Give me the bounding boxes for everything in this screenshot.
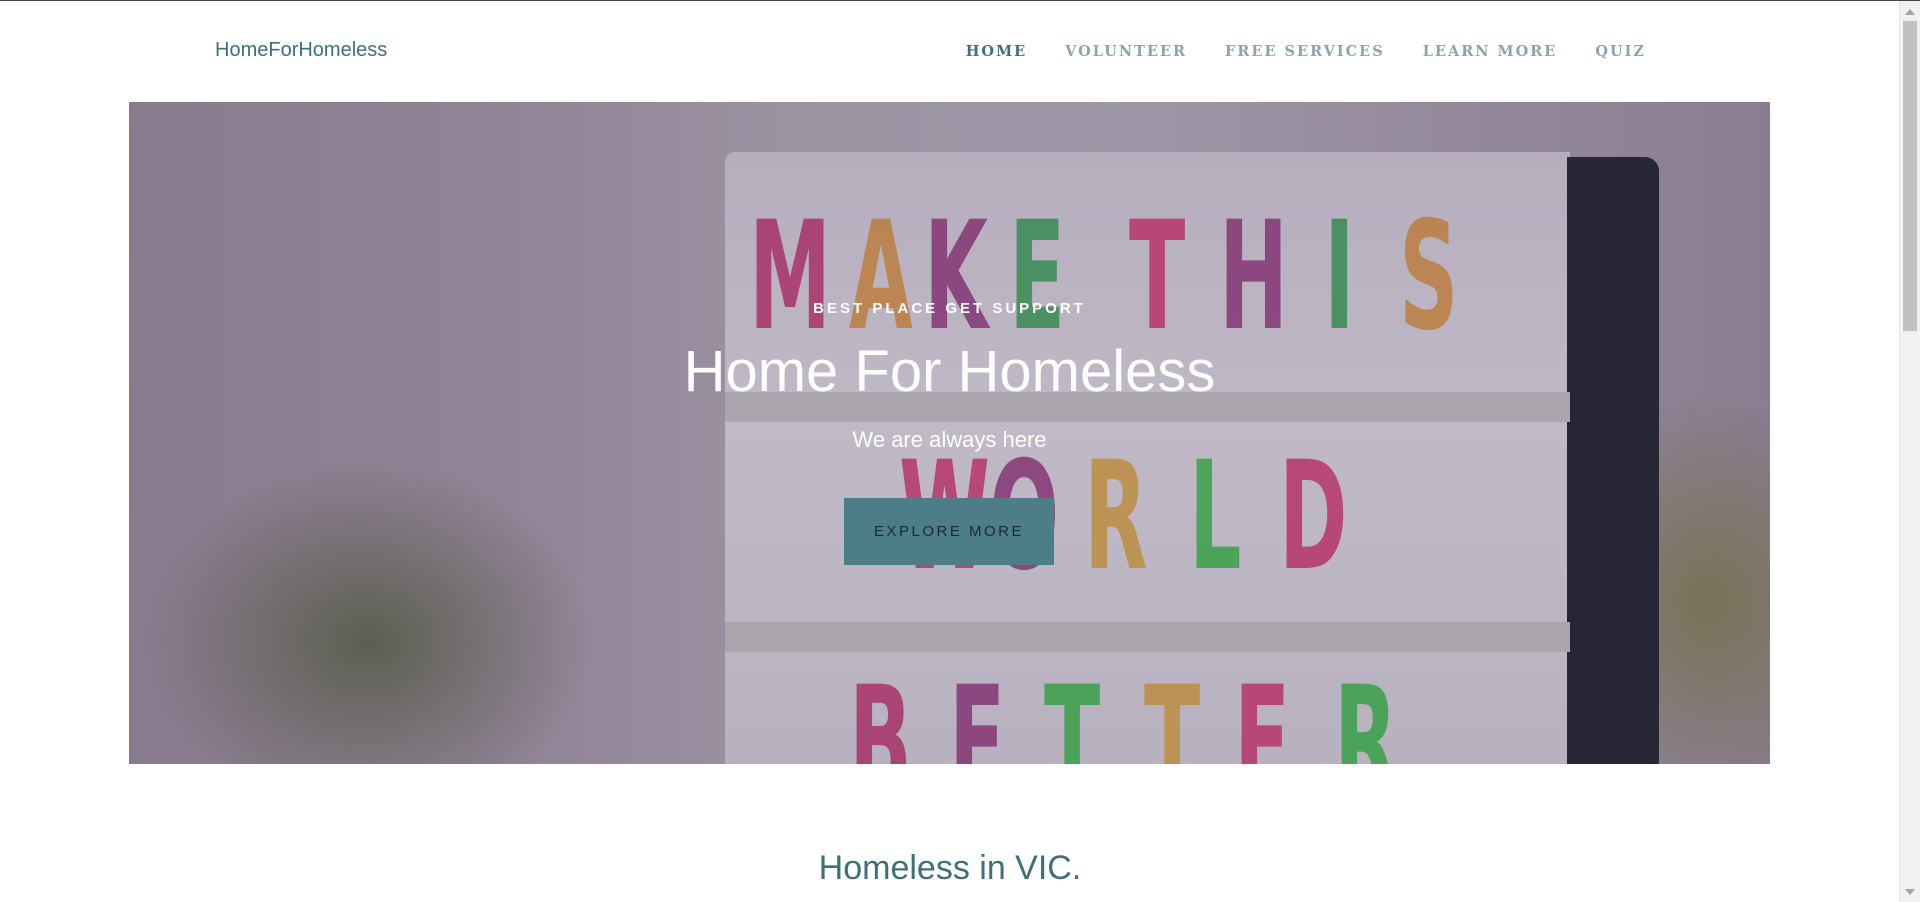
scroll-down-arrow-icon[interactable] <box>1905 889 1915 895</box>
explore-more-button[interactable]: EXPLORE MORE <box>844 498 1054 565</box>
hero-title: Home For Homeless <box>683 339 1216 404</box>
nav-item-volunteer[interactable]: VOLUNTEER <box>1065 43 1187 60</box>
nav-item-home[interactable]: HOME <box>966 43 1027 60</box>
hero-eyebrow: BEST PLACE GET SUPPORT <box>813 300 1086 317</box>
main-nav: HOME VOLUNTEER FREE SERVICES LEARN MORE … <box>928 43 1646 60</box>
scroll-up-arrow-icon[interactable] <box>1905 9 1915 15</box>
page: HomeForHomeless HOME VOLUNTEER FREE SERV… <box>0 0 1920 902</box>
nav-item-free-services[interactable]: FREE SERVICES <box>1225 43 1385 60</box>
nav-item-quiz[interactable]: QUIZ <box>1595 43 1646 60</box>
nav-item-learn-more[interactable]: LEARN MORE <box>1423 43 1558 60</box>
vertical-scrollbar[interactable] <box>1899 1 1920 902</box>
hero-banner: M A K E T H I S W O R L D B E T T E R BE… <box>129 102 1770 764</box>
section-title: Homeless in VIC. <box>818 849 1082 887</box>
hero-subtitle: We are always here <box>852 427 1047 452</box>
brand-logo-link[interactable]: HomeForHomeless <box>215 39 387 62</box>
scrollbar-thumb[interactable] <box>1903 21 1917 331</box>
